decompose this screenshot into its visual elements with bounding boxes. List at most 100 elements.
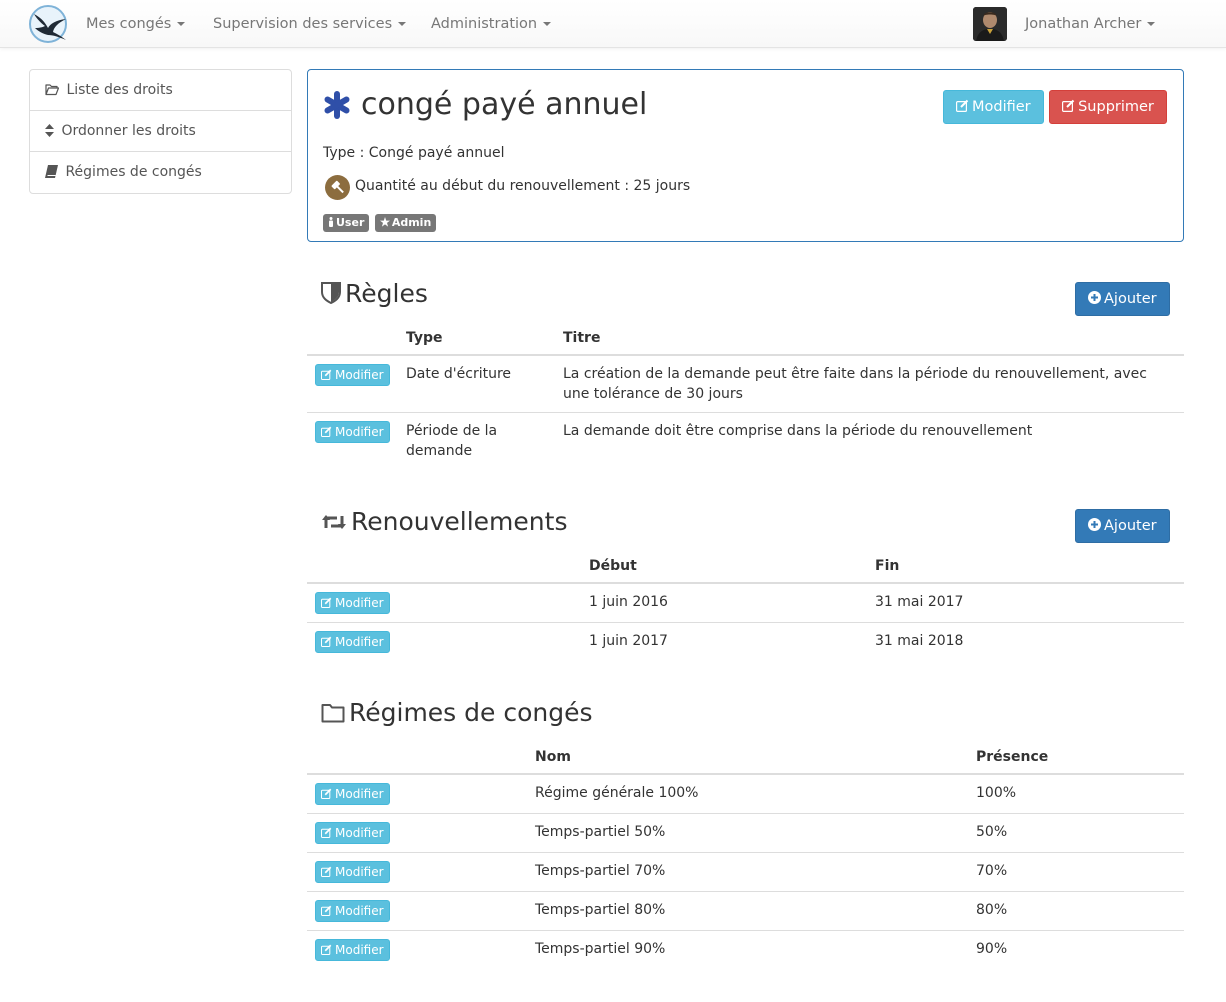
regime-presence: 90% — [968, 930, 1184, 969]
section-title-text: Règles — [345, 279, 428, 308]
edit-regime-button[interactable]: Modifier — [315, 783, 390, 805]
top-navbar: Mes congés Supervision des services Admi… — [0, 0, 1226, 48]
book-icon — [45, 165, 58, 178]
sidebar-item-regimes-de-conges[interactable]: Régimes de congés — [30, 152, 291, 193]
delete-right-button[interactable]: Supprimer — [1049, 90, 1167, 124]
renewal-start: 1 juin 2016 — [581, 582, 867, 623]
renewal-start: 1 juin 2017 — [581, 622, 867, 661]
column-header-type: Type — [398, 317, 555, 356]
retweet-icon — [322, 515, 346, 529]
button-label: Ajouter — [1104, 291, 1157, 307]
regime-name: Temps-partiel 70% — [527, 852, 968, 892]
menu-supervision[interactable]: Supervision des services — [213, 0, 407, 48]
button-label: Modifier — [335, 865, 384, 879]
table-row: Modifier Période de la demande La demand… — [307, 412, 1184, 469]
table-row: Modifier Temps-partiel 80% 80% — [307, 891, 1184, 931]
sidebar-item-label: Régimes de congés — [65, 164, 202, 180]
sidebar: Liste des droits Ordonner les droits Rég… — [29, 69, 292, 194]
user-name: Jonathan Archer — [1025, 16, 1142, 32]
button-label: Modifier — [335, 635, 384, 649]
row-actions: Modifier — [307, 813, 527, 853]
table-row: Modifier Régime générale 100% 100% — [307, 773, 1184, 814]
shield-icon — [321, 282, 341, 305]
column-header-actions — [307, 736, 527, 775]
role-badges: User Admin — [323, 214, 437, 232]
user-icon — [329, 217, 333, 227]
user-menu[interactable]: Jonathan Archer — [1025, 0, 1156, 48]
edit-icon — [956, 99, 969, 113]
renewals-section: Renouvellements Ajouter Début Fin Modifi… — [307, 503, 1184, 663]
row-actions: Modifier — [307, 773, 527, 814]
rules-title: Règles — [321, 279, 428, 308]
button-label: Modifier — [335, 943, 384, 957]
column-header-presence: Présence — [968, 736, 1184, 775]
row-actions: Modifier — [307, 891, 527, 931]
sidebar-item-liste-des-droits[interactable]: Liste des droits — [30, 70, 291, 111]
table-row: Modifier 1 juin 2016 31 mai 2017 — [307, 582, 1184, 623]
edit-icon — [321, 788, 332, 800]
rules-section: Règles Ajouter Type Titre Modifier Date … — [307, 276, 1184, 469]
admin-badge: Admin — [374, 214, 437, 232]
star-icon — [379, 217, 390, 227]
regime-name: Régime générale 100% — [527, 773, 968, 814]
column-header-actions — [307, 545, 581, 584]
avatar[interactable] — [973, 7, 1007, 41]
add-rule-button[interactable]: Ajouter — [1075, 282, 1170, 316]
folder-open-icon — [45, 84, 60, 96]
regimes-section: Régimes de congés Nom Présence Modifier … — [307, 694, 1184, 974]
menu-administration[interactable]: Administration — [431, 0, 552, 48]
menu-mes-conges[interactable]: Mes congés — [86, 0, 186, 48]
caret-down-icon — [1147, 22, 1156, 26]
renewals-title: Renouvellements — [321, 507, 567, 536]
edit-renewal-button[interactable]: Modifier — [315, 592, 390, 614]
button-label: Supprimer — [1078, 99, 1154, 115]
asterisk-icon — [323, 91, 351, 123]
sort-icon — [45, 124, 54, 137]
caret-down-icon — [398, 22, 407, 26]
section-title-text: Renouvellements — [351, 507, 568, 536]
menu-label: Mes congés — [86, 16, 172, 32]
edit-rule-button[interactable]: Modifier — [315, 364, 390, 386]
user-badge: User — [323, 214, 370, 232]
regimes-title: Régimes de congés — [321, 698, 593, 727]
button-label: Modifier — [335, 425, 384, 439]
button-label: Modifier — [335, 787, 384, 801]
caret-down-icon — [543, 22, 552, 26]
regime-name: Temps-partiel 90% — [527, 930, 968, 969]
sidebar-item-ordonner-les-droits[interactable]: Ordonner les droits — [30, 111, 291, 152]
table-row: Modifier Temps-partiel 70% 70% — [307, 852, 1184, 892]
edit-regime-button[interactable]: Modifier — [315, 822, 390, 844]
edit-regime-button[interactable]: Modifier — [315, 861, 390, 883]
right-type: Type : Congé payé annuel — [323, 145, 505, 161]
menu-label: Administration — [431, 16, 538, 32]
rule-type: Période de la demande — [398, 412, 555, 469]
table-header-row: Type Titre — [307, 317, 1184, 356]
button-label: Modifier — [972, 99, 1031, 115]
column-header-name: Nom — [527, 736, 968, 775]
header-actions: Modifier Supprimer — [943, 90, 1167, 124]
rule-title: La création de la demande peut être fait… — [555, 354, 1184, 413]
edit-regime-button[interactable]: Modifier — [315, 939, 390, 961]
table-row: Modifier Temps-partiel 90% 90% — [307, 930, 1184, 969]
swallow-logo-icon[interactable] — [28, 4, 68, 44]
plus-circle-icon — [1088, 291, 1101, 304]
regime-presence: 70% — [968, 852, 1184, 892]
renewal-end: 31 mai 2018 — [867, 622, 1184, 661]
rule-title: La demande doit être comprise dans la pé… — [555, 412, 1184, 469]
renewal-end: 31 mai 2017 — [867, 582, 1184, 623]
edit-rule-button[interactable]: Modifier — [315, 421, 390, 443]
add-renewal-button[interactable]: Ajouter — [1075, 509, 1170, 543]
plus-circle-icon — [1088, 518, 1101, 531]
row-actions: Modifier — [307, 354, 398, 413]
column-header-start: Début — [581, 545, 867, 584]
edit-icon — [321, 944, 332, 956]
edit-renewal-button[interactable]: Modifier — [315, 631, 390, 653]
rule-type: Date d'écriture — [398, 354, 555, 413]
edit-regime-button[interactable]: Modifier — [315, 900, 390, 922]
column-header-end: Fin — [867, 545, 1184, 584]
row-actions: Modifier — [307, 930, 527, 969]
edit-right-button[interactable]: Modifier — [943, 90, 1044, 124]
edit-icon — [321, 905, 332, 917]
menu-label: Supervision des services — [213, 16, 393, 32]
section-title-text: Régimes de congés — [349, 698, 593, 727]
